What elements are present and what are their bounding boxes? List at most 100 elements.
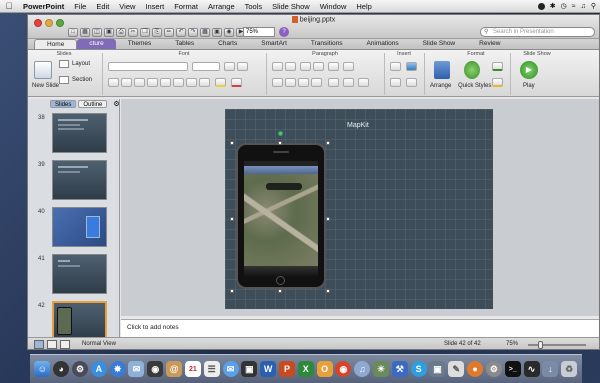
slide-thumbnail[interactable] <box>52 254 107 294</box>
copy-icon[interactable]: ❐ <box>140 28 150 37</box>
align-right-icon[interactable] <box>298 78 309 87</box>
slide-canvas[interactable]: MapKit <box>225 109 493 309</box>
slide-thumbnail[interactable] <box>52 113 107 153</box>
resize-handle[interactable] <box>230 217 234 221</box>
tab-themes[interactable]: Themes <box>116 39 163 49</box>
resize-handle[interactable] <box>278 141 282 145</box>
media-browser-icon[interactable]: ◉ <box>224 28 234 37</box>
text-direction-icon[interactable] <box>328 78 339 87</box>
line-spacing-icon[interactable] <box>328 62 339 71</box>
layout-button[interactable]: Layout <box>72 61 90 67</box>
font-color-icon[interactable] <box>231 78 242 87</box>
print-icon[interactable]: ⎙ <box>116 28 126 37</box>
align-left-icon[interactable] <box>272 78 283 87</box>
tab-review[interactable]: Review <box>467 39 512 49</box>
reminders-icon[interactable]: ☰ <box>203 361 220 377</box>
decrease-indent-icon[interactable] <box>300 62 311 71</box>
volume-icon[interactable]: ♫ <box>581 3 586 10</box>
superscript-icon[interactable] <box>173 78 184 87</box>
slide-thumb-row[interactable]: 41 <box>28 254 120 298</box>
font-size-select[interactable] <box>192 62 220 71</box>
insert-picture-ribbon-icon[interactable] <box>406 62 417 71</box>
insert-table-icon[interactable]: ▦ <box>200 28 210 37</box>
save-icon[interactable]: ▣ <box>104 28 114 37</box>
powerpoint-dock-icon[interactable]: P <box>278 361 295 377</box>
photo-booth-icon[interactable]: ▣ <box>241 361 258 377</box>
tab-animations[interactable]: Animations <box>354 39 410 49</box>
line-color-icon[interactable] <box>492 78 503 87</box>
mail-icon[interactable]: ✉ <box>128 361 145 377</box>
safari-icon[interactable]: ✸ <box>109 361 126 377</box>
change-case-icon[interactable] <box>199 78 210 87</box>
text-box-icon[interactable] <box>390 62 401 71</box>
search-input[interactable]: ⚲ Search in Presentation <box>480 27 595 37</box>
normal-view-icon[interactable] <box>34 340 44 349</box>
slide-thumbnail-selected[interactable] <box>52 301 107 341</box>
justify-icon[interactable] <box>311 78 322 87</box>
grow-font-icon[interactable] <box>224 62 235 71</box>
paste-icon[interactable]: ⎘ <box>152 28 162 37</box>
zoom-select[interactable]: 75% <box>243 27 275 37</box>
notes-pane[interactable]: Click to add notes <box>121 319 599 337</box>
menu-edit[interactable]: Edit <box>91 2 114 11</box>
app-menu[interactable]: PowerPoint <box>18 2 69 11</box>
time-machine-icon[interactable]: ◷ <box>561 2 567 10</box>
trash-icon[interactable]: ♻ <box>561 361 578 377</box>
apple-logo-icon[interactable]:  <box>0 1 18 11</box>
facetime-icon[interactable]: ◉ <box>147 361 164 377</box>
insert-media-icon[interactable] <box>406 78 417 87</box>
skype-icon[interactable]: S <box>410 361 427 377</box>
numbering-icon[interactable] <box>285 62 296 71</box>
resize-handle[interactable] <box>278 289 282 293</box>
undo-icon[interactable]: ↶ <box>176 28 186 37</box>
shadow-icon[interactable] <box>147 78 158 87</box>
strikethrough-icon[interactable] <box>160 78 171 87</box>
terminal-icon[interactable]: >_ <box>504 361 521 377</box>
finder-icon[interactable]: ☺ <box>34 361 51 377</box>
bluetooth-icon[interactable]: ✱ <box>550 2 556 10</box>
slide-thumb-row[interactable]: 38 <box>28 113 120 157</box>
slide-thumb-row[interactable]: 39 <box>28 160 120 204</box>
quick-styles-icon[interactable] <box>464 61 480 79</box>
iphoto-icon[interactable]: ☀ <box>373 361 390 377</box>
resize-handle[interactable] <box>326 141 330 145</box>
zoom-slider[interactable] <box>528 341 586 349</box>
arrange-button[interactable]: Arrange <box>430 83 451 89</box>
slide-sorter-icon[interactable] <box>47 340 57 349</box>
firefox-icon[interactable]: ● <box>467 361 484 377</box>
menu-format[interactable]: Format <box>169 2 203 11</box>
subscript-icon[interactable] <box>186 78 197 87</box>
slide-thumbnail[interactable] <box>52 160 107 200</box>
outlook-icon[interactable]: O <box>316 361 333 377</box>
word-icon[interactable]: W <box>260 361 277 377</box>
slide-editor[interactable]: MapKit <box>121 99 599 316</box>
chrome-icon[interactable]: ◉ <box>335 361 352 377</box>
fill-color-icon[interactable] <box>492 62 503 71</box>
text-highlight-icon[interactable] <box>215 78 226 87</box>
spotlight-icon[interactable]: ⚲ <box>591 2 596 10</box>
tab-transitions[interactable]: Transitions <box>299 39 355 49</box>
notes-page-icon[interactable] <box>60 340 70 349</box>
app-store-icon[interactable]: A <box>90 361 107 377</box>
itunes-icon[interactable]: ♫ <box>354 361 371 377</box>
tab-home[interactable]: Home <box>34 39 78 49</box>
launchpad-icon[interactable]: ⚙ <box>72 361 89 377</box>
zoom-slider-thumb[interactable] <box>538 341 543 349</box>
bold-icon[interactable] <box>108 78 119 87</box>
underline-icon[interactable] <box>134 78 145 87</box>
shrink-font-icon[interactable] <box>237 62 248 71</box>
cut-icon[interactable]: ✂ <box>128 28 138 37</box>
iphone-screenshot-image[interactable] <box>236 143 326 289</box>
slide-title[interactable]: MapKit <box>347 122 369 129</box>
menu-insert[interactable]: Insert <box>140 2 169 11</box>
menu-arrange[interactable]: Arrange <box>203 2 240 11</box>
new-slide-button[interactable] <box>34 61 52 79</box>
insert-picture-icon[interactable]: ▣ <box>212 28 222 37</box>
increase-indent-icon[interactable] <box>313 62 324 71</box>
menu-slide-show[interactable]: Slide Show <box>267 2 315 11</box>
xcode-icon[interactable]: ⚒ <box>391 361 408 377</box>
redo-icon[interactable]: ↷ <box>188 28 198 37</box>
contacts-icon[interactable]: @ <box>166 361 183 377</box>
shape-icon[interactable] <box>390 78 401 87</box>
font-name-select[interactable] <box>108 62 188 71</box>
